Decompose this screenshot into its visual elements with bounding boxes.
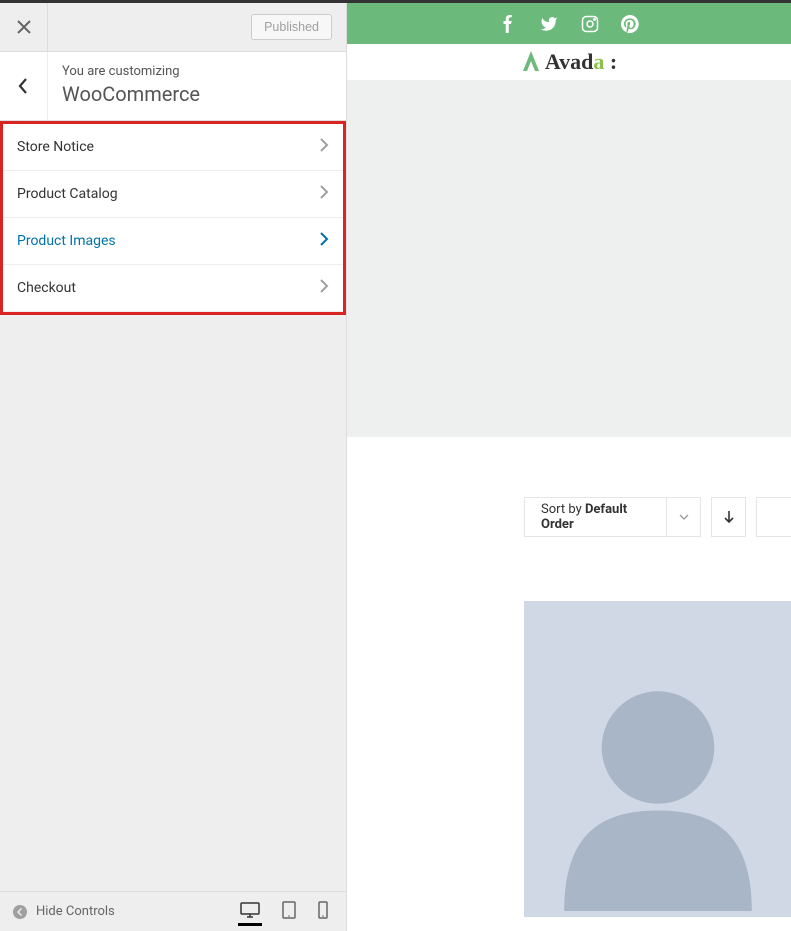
top-social-bar [347, 3, 791, 44]
pinterest-icon[interactable] [621, 15, 639, 33]
hide-controls-button[interactable]: Hide Controls [12, 904, 115, 920]
section-product-images[interactable]: Product Images [3, 218, 343, 265]
section-label: Product Images [17, 233, 116, 249]
chevron-down-icon [666, 498, 700, 536]
hide-controls-label: Hide Controls [36, 904, 115, 919]
desktop-icon [240, 902, 260, 918]
sort-direction-button[interactable] [711, 497, 746, 537]
mobile-icon [318, 901, 328, 919]
section-store-notice[interactable]: Store Notice [3, 124, 343, 171]
customizer-sidebar: Published You are customizing WooCommerc… [0, 3, 347, 931]
sort-dropdown[interactable]: Sort by Default Order [524, 497, 701, 537]
site-header: Avada : [347, 44, 791, 80]
section-product-catalog[interactable]: Product Catalog [3, 171, 343, 218]
preview-pane: Avada : Sort by Default Order [347, 3, 791, 931]
sidebar-footer: Hide Controls [0, 891, 346, 931]
avatar-placeholder-icon [524, 637, 791, 917]
context-label: You are customizing [62, 64, 332, 79]
device-tablet-button[interactable] [280, 897, 298, 927]
tablet-icon [282, 901, 296, 919]
view-toggle-button[interactable] [756, 497, 791, 537]
section-label: Store Notice [17, 139, 94, 155]
product-card[interactable] [524, 601, 791, 917]
logo-mark-icon [521, 51, 541, 73]
section-list: Store Notice Product Catalog Product Ima… [3, 124, 343, 312]
arrow-down-icon [723, 510, 735, 524]
section-checkout[interactable]: Checkout [3, 265, 343, 312]
twitter-icon[interactable] [539, 15, 559, 33]
device-mobile-button[interactable] [316, 897, 330, 927]
collapse-left-icon [12, 904, 28, 920]
sort-label: Sort by Default Order [525, 502, 666, 532]
chevron-right-icon [319, 231, 329, 251]
close-button[interactable] [0, 3, 48, 52]
close-icon [17, 20, 31, 34]
chevron-right-icon [319, 278, 329, 298]
product-placeholder-image [524, 601, 791, 917]
instagram-icon[interactable] [581, 15, 599, 33]
published-button[interactable]: Published [251, 14, 332, 40]
chevron-right-icon [319, 184, 329, 204]
chevron-left-icon [18, 77, 30, 95]
back-button[interactable] [0, 52, 48, 120]
section-label: Checkout [17, 280, 76, 296]
site-logo[interactable]: Avada : [521, 49, 617, 75]
menu-highlight: Store Notice Product Catalog Product Ima… [0, 121, 346, 315]
catalog-area: Sort by Default Order [347, 437, 791, 931]
facebook-icon[interactable] [499, 15, 517, 33]
logo-text: Avada : [545, 49, 617, 75]
chevron-right-icon [319, 137, 329, 157]
hero-area [347, 80, 791, 437]
section-label: Product Catalog [17, 186, 118, 202]
context-title: WooCommerce [62, 82, 332, 106]
device-desktop-button[interactable] [238, 898, 262, 926]
